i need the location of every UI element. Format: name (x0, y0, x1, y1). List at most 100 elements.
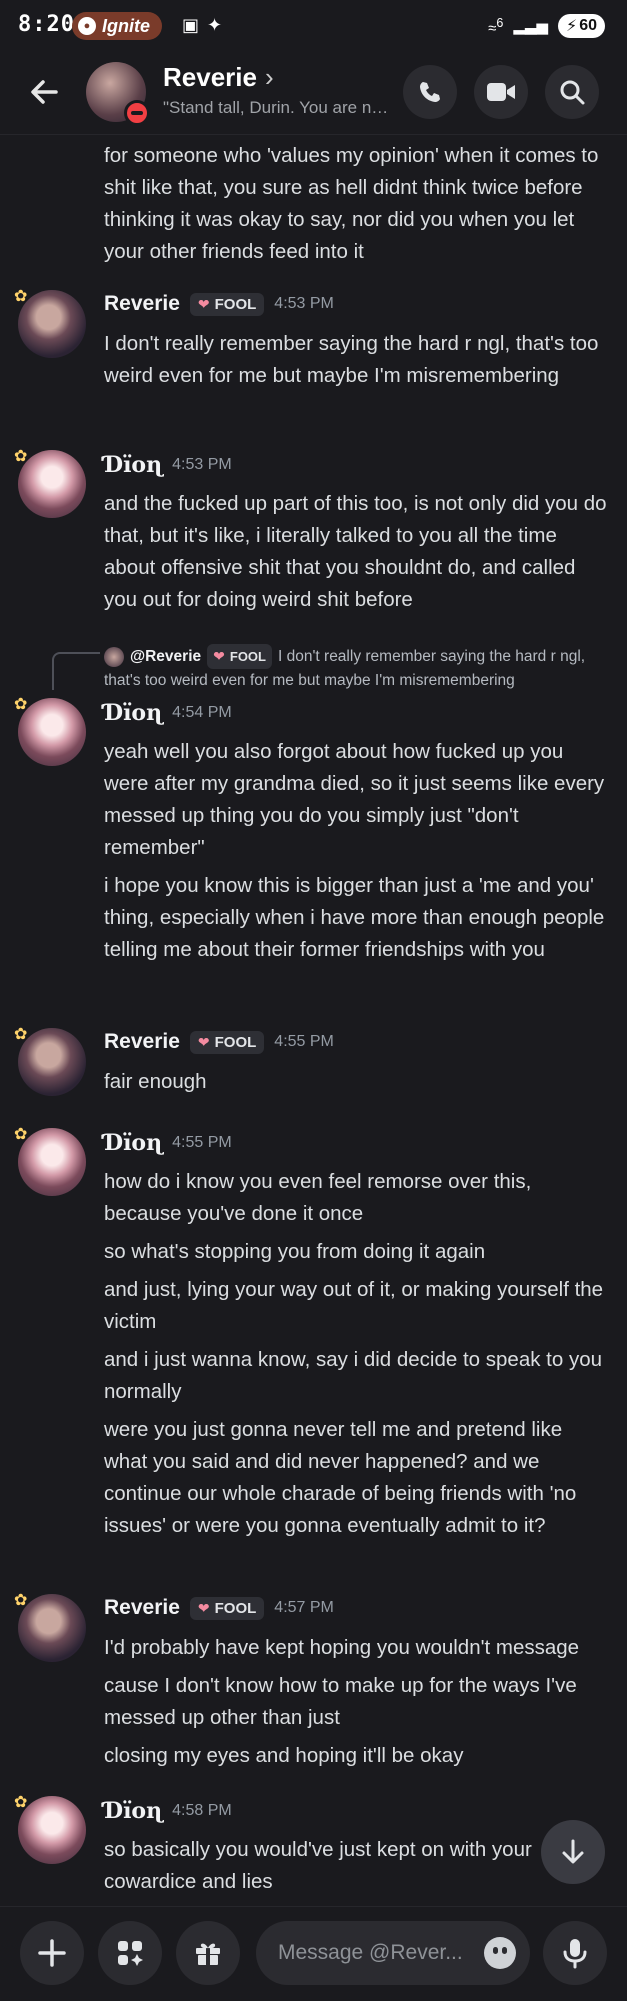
apps-icon (118, 1941, 143, 1966)
message-timestamp: 4:53 PM (274, 295, 334, 312)
reply-author: @Reverie (130, 648, 202, 665)
status-time: 8:20 (18, 12, 75, 37)
heart-icon: ❤ (213, 648, 225, 664)
emoji-icon[interactable] (484, 1937, 516, 1969)
message-timestamp: 4:54 PM (172, 704, 232, 721)
message-paragraph: and just, lying your way out of it, or m… (104, 1278, 604, 1333)
reply-role-tag: ❤ FOOL (207, 644, 272, 669)
plus-icon (38, 1939, 66, 1967)
status-bar: 8:20 ● Ignite ▣ ✦ ≈6 ▂▃▅ ⚡ 60 (0, 0, 627, 52)
message-paragraph: and the fucked up part of this too, is n… (104, 492, 607, 611)
message-paragraph: so basically you would've just kept on w… (104, 1838, 532, 1893)
back-arrow-icon[interactable] (26, 74, 66, 114)
role-tag[interactable]: ❤ FOOL (189, 292, 265, 316)
avatar-decoration-icon: ✿ (14, 288, 28, 305)
message-paragraph: cause I don't know how to make up for th… (104, 1674, 577, 1729)
notification-icons: ▣ ✦ (182, 15, 222, 36)
jump-to-bottom-button[interactable] (541, 1820, 605, 1884)
message-timestamp: 4:55 PM (172, 1134, 232, 1151)
heart-icon: ❤ (197, 1033, 210, 1050)
heart-icon: ❤ (197, 295, 210, 312)
avatar[interactable] (18, 1796, 86, 1864)
message-timestamp: 4:55 PM (274, 1033, 334, 1050)
avatar[interactable] (18, 698, 86, 766)
message-author[interactable]: Reverie (104, 1030, 180, 1054)
message-text: yeah well you also forgot about how fuck… (104, 736, 610, 972)
avatar[interactable] (18, 1128, 86, 1196)
avatar-decoration-icon: ✿ (14, 1026, 28, 1043)
message-timestamp: 4:53 PM (172, 456, 232, 473)
message-text: I'd probably have kept hoping you wouldn… (104, 1632, 610, 1778)
role-tag[interactable]: ❤ FOOL (189, 1596, 265, 1620)
ignite-label: Ignite (102, 15, 150, 36)
message-paragraph: so what's stopping you from doing it aga… (104, 1240, 486, 1263)
dnd-status-icon (124, 100, 150, 126)
avatar-decoration-icon: ✿ (14, 696, 28, 713)
avatar[interactable] (18, 450, 86, 518)
avatar[interactable] (18, 290, 86, 358)
reply-avatar (104, 646, 124, 667)
avatar-decoration-icon: ✿ (14, 448, 28, 465)
chat-header: Reverie › "Stand tall, Durin. You are no.… (0, 52, 627, 135)
message-author[interactable]: Ɗïоɳ (104, 1130, 162, 1156)
message-paragraph: I'd probably have kept hoping you wouldn… (104, 1636, 580, 1659)
header-username[interactable]: Reverie › (163, 62, 274, 93)
gift-icon (196, 1943, 220, 1965)
voice-message-button[interactable] (543, 1921, 607, 1985)
add-attachment-button[interactable] (20, 1921, 84, 1985)
message-paragraph: fair enough (104, 1070, 207, 1093)
twitter-icon: ✦ (207, 15, 223, 35)
message-author[interactable]: Ɗïоɳ (104, 1798, 162, 1824)
apps-button[interactable] (98, 1921, 162, 1985)
avatar-decoration-icon: ✿ (14, 1592, 28, 1609)
reply-connector (52, 652, 100, 690)
ignite-icon: ● (78, 17, 96, 35)
call-button[interactable] (403, 65, 457, 119)
message-paragraph: yeah well you also forgot about how fuck… (104, 740, 605, 859)
system-icons: ≈6 ▂▃▅ ⚡ 60 (488, 14, 605, 38)
battery-level: 60 (579, 17, 597, 34)
gift-button[interactable] (176, 1921, 240, 1985)
message-paragraph: how do i know you even feel remorse over… (104, 1170, 532, 1225)
arrow-down-icon (562, 1839, 584, 1864)
charging-icon: ⚡ (565, 18, 578, 35)
message-paragraph: closing my eyes and hoping it'll be okay (104, 1744, 464, 1767)
header-custom-status: "Stand tall, Durin. You are no... (163, 98, 391, 117)
search-button[interactable] (545, 65, 599, 119)
video-call-button[interactable] (474, 65, 528, 119)
avatar[interactable] (18, 1028, 86, 1096)
message-paragraph: for someone who 'values my opinion' when… (104, 144, 599, 263)
reply-preview[interactable]: @Reverie ❤ FOOL I don't really remember say… (104, 644, 604, 692)
screenshot-icon: ▣ (182, 15, 200, 35)
message-author[interactable]: Reverie (104, 292, 180, 316)
ignite-pill: ● Ignite (72, 12, 162, 40)
message-paragraph: I don't really remember saying the hard … (104, 332, 599, 387)
avatar-decoration-icon: ✿ (14, 1794, 28, 1811)
message-composer (0, 1906, 627, 2001)
message-author[interactable]: Ɗïоɳ (104, 452, 162, 478)
battery-indicator: ⚡ 60 (557, 14, 605, 38)
message-list[interactable]: for someone who 'values my opinion' when… (0, 134, 627, 1906)
message-author[interactable]: Ɗïоɳ (104, 700, 162, 726)
message-input-container[interactable] (256, 1921, 530, 1985)
wifi-label: 6 (496, 15, 504, 30)
message-text: fair enough (104, 1066, 610, 1104)
message-text: and the fucked up part of this too, is n… (104, 488, 610, 622)
call-icon (420, 82, 440, 102)
chevron-right-icon: › (264, 62, 274, 92)
avatar-decoration-icon: ✿ (14, 1126, 28, 1143)
message-text: how do i know you even feel remorse over… (104, 1166, 610, 1548)
message-paragraph: i hope you know this is bigger than just… (104, 874, 605, 961)
wifi-icon: ≈6 (488, 15, 504, 37)
message-author[interactable]: Reverie (104, 1596, 180, 1620)
role-tag[interactable]: ❤ FOOL (189, 1030, 265, 1054)
message-text: so basically you would've just kept on w… (104, 1834, 610, 1904)
message-timestamp: 4:58 PM (172, 1802, 232, 1819)
microphone-icon (563, 1939, 587, 1969)
signal-icon: ▂▃▅ (513, 18, 548, 35)
search-icon (560, 80, 585, 105)
avatar[interactable] (18, 1594, 86, 1662)
message-input[interactable] (276, 1940, 480, 1966)
message-text: for someone who 'values my opinion' when… (104, 140, 610, 274)
message-paragraph: were you just gonna never tell me and pr… (104, 1418, 577, 1537)
